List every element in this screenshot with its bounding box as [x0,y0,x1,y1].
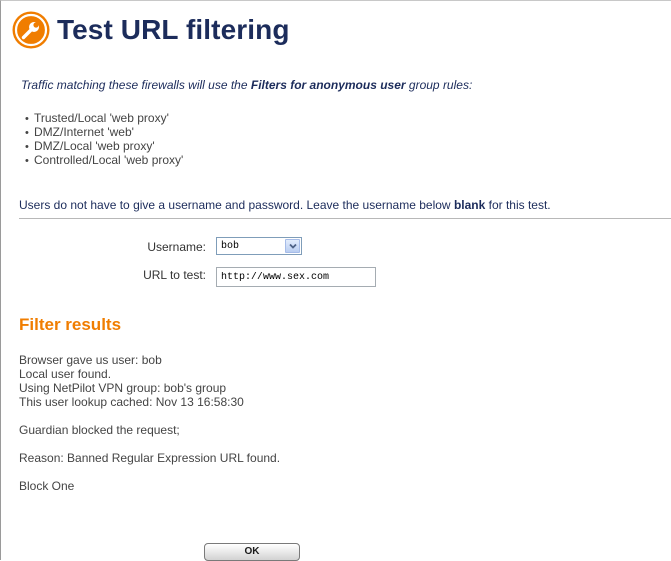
results-title: Filter results [19,315,122,334]
username-note: Users do not have to give a username and… [19,198,551,212]
note-prefix: Users do not have to give a username and… [19,198,454,212]
firewall-list-item: DMZ/Internet 'web' [25,125,183,139]
username-select-value: bob [221,241,240,252]
results-output: Browser gave us user: bob Local user fou… [19,353,280,493]
firewall-list-item: Trusted/Local 'web proxy' [25,111,183,125]
page-title: Test URL filtering [57,14,290,45]
intro-group-name: Filters for anonymous user [250,78,406,92]
result-line [19,437,280,451]
url-label: URL to test: [143,268,206,282]
result-line: Local user found. [19,367,112,381]
note-suffix: for this test. [485,198,551,212]
result-line: Block One [19,479,75,493]
result-line: Reason: Banned Regular Expression URL fo… [19,451,281,465]
intro-text: Traffic matching these firewalls will us… [21,78,472,92]
result-line: This user lookup cached: Nov 13 16:58:30 [19,395,244,409]
firewall-list: Trusted/Local 'web proxy' DMZ/Internet '… [25,111,183,167]
wrench-icon [12,11,50,49]
result-line: Using NetPilot VPN group: bob's group [19,381,227,395]
result-line: Guardian blocked the request; [19,423,180,437]
firewall-list-item: DMZ/Local 'web proxy' [25,139,183,153]
firewall-list-item: Controlled/Local 'web proxy' [25,153,183,167]
note-emphasis: blank [453,198,486,212]
divider [19,218,671,219]
intro-prefix: Traffic matching these firewalls will us… [21,78,251,92]
url-input[interactable] [216,267,376,287]
page-header: Test URL filtering [11,10,290,50]
username-select[interactable]: bob [216,237,302,255]
username-select-dropdown-button[interactable] [285,239,300,253]
intro-suffix: group rules: [405,78,473,92]
chevron-down-icon [289,243,297,249]
ok-button[interactable]: OK [204,543,300,561]
result-line [19,409,280,423]
result-line [19,465,280,479]
result-line: Browser gave us user: bob [19,353,162,367]
username-label: Username: [147,240,206,254]
